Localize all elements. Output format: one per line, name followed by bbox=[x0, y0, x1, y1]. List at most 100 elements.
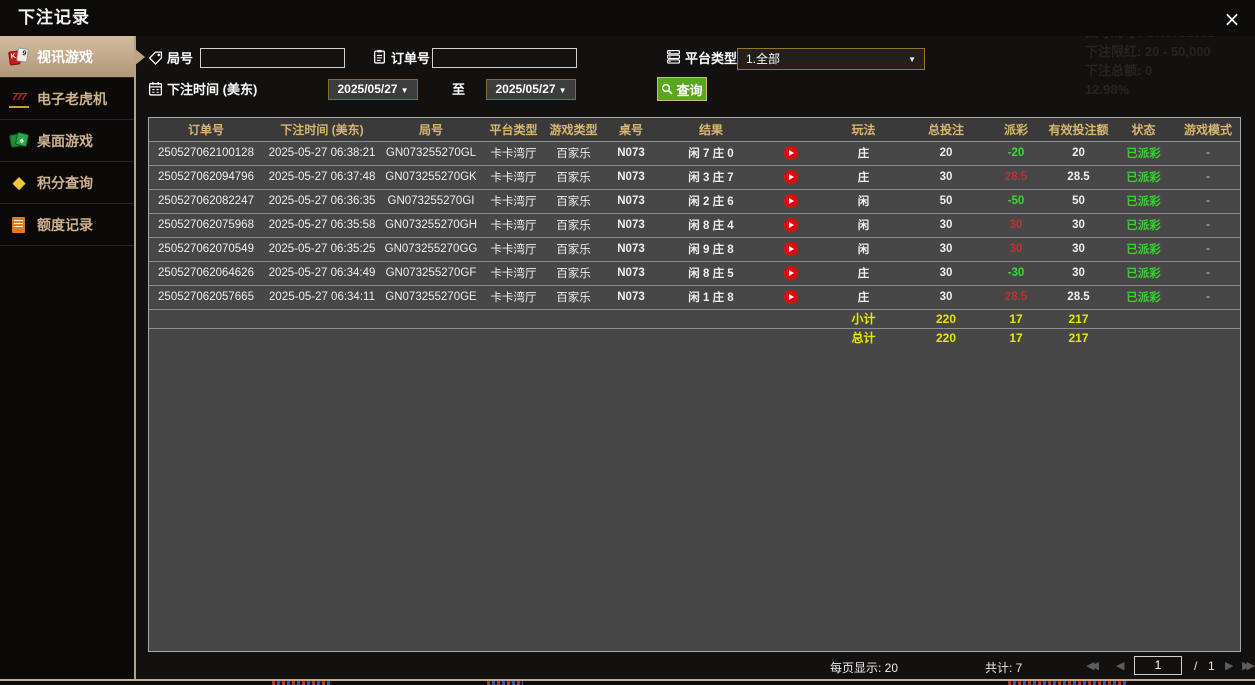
play-video-icon[interactable] bbox=[784, 194, 798, 208]
cell-status: 已派彩 bbox=[1111, 260, 1176, 285]
platform-stack-icon bbox=[666, 49, 681, 64]
subtotal-total-bet: 220 bbox=[906, 308, 986, 328]
cell-order-no: 250527062064626 bbox=[149, 260, 263, 285]
cell-total-bet: 30 bbox=[906, 236, 986, 261]
date-to-value: 2025/05/27 bbox=[495, 82, 556, 96]
cell-payout: -20 bbox=[986, 140, 1046, 165]
table-row: 250527062082247 2025-05-27 06:36:35 GN0732… bbox=[149, 188, 1240, 213]
cell-game-type: 百家乐 bbox=[546, 212, 601, 237]
cell-round-no: GN073255270GF bbox=[381, 260, 481, 285]
sidebar-item-quota-records[interactable]: 额度记录 bbox=[0, 204, 134, 246]
prev-page-icon[interactable]: ◀ bbox=[1116, 659, 1124, 672]
cell-valid-bet: 30 bbox=[1046, 236, 1111, 261]
cell-platform: 卡卡湾厅 bbox=[481, 284, 546, 309]
round-number-label: 局号 bbox=[167, 51, 194, 66]
col-total-bet: 总投注 bbox=[906, 118, 986, 141]
cell-result: 闲 3 庄 7 bbox=[661, 164, 761, 189]
cell-platform: 卡卡湾厅 bbox=[481, 260, 546, 285]
page-number-input[interactable]: 1 bbox=[1134, 656, 1182, 675]
search-button-label: 查询 bbox=[676, 82, 703, 98]
cell-result: 闲 8 庄 5 bbox=[661, 260, 761, 285]
cell-platform: 卡卡湾厅 bbox=[481, 236, 546, 261]
table-row: 250527062064626 2025-05-27 06:34:49 GN0732… bbox=[149, 260, 1240, 285]
tag-icon bbox=[148, 50, 163, 65]
title-bar: 下注记录 bbox=[0, 0, 1255, 36]
play-video-icon[interactable] bbox=[784, 242, 798, 256]
cell-bet-time: 2025-05-27 06:35:58 bbox=[263, 212, 381, 237]
sidebar-item-label: 电子老虎机 bbox=[37, 90, 107, 107]
last-page-icon[interactable]: ▶▶ bbox=[1242, 659, 1255, 672]
platform-type-label: 平台类型 bbox=[685, 51, 738, 66]
cell-play-type: 庄 bbox=[821, 284, 906, 309]
cell-replay bbox=[761, 284, 821, 309]
platform-type-value: 1.全部 bbox=[746, 52, 781, 66]
cell-play-type: 庄 bbox=[821, 260, 906, 285]
first-page-icon[interactable]: ◀◀ bbox=[1086, 659, 1099, 672]
bleed-line: 12.98% bbox=[1085, 82, 1130, 97]
sidebar-item-label: 桌面游戏 bbox=[37, 132, 93, 149]
cell-replay bbox=[761, 188, 821, 213]
col-result: 结果 bbox=[661, 118, 761, 141]
cell-result: 闲 9 庄 8 bbox=[661, 236, 761, 261]
cell-table-no: N073 bbox=[601, 140, 661, 165]
table-row: 250527062057665 2025-05-27 06:34:11 GN0732… bbox=[149, 284, 1240, 309]
cell-round-no: GN073255270GI bbox=[381, 188, 481, 213]
cell-total-bet: 30 bbox=[906, 284, 986, 309]
col-status: 状态 bbox=[1111, 118, 1176, 141]
col-table-no: 桌号 bbox=[601, 118, 661, 141]
cell-result: 闲 8 庄 4 bbox=[661, 212, 761, 237]
cell-platform: 卡卡湾厅 bbox=[481, 188, 546, 213]
cell-game-mode: - bbox=[1176, 236, 1240, 261]
pagination-bar: 每页显示: 20 共计: 7 ◀◀ ◀ 1 / 1 ▶ ▶▶ bbox=[136, 652, 1255, 680]
cell-bet-time: 2025-05-27 06:37:48 bbox=[263, 164, 381, 189]
playing-cards-icon: K9 bbox=[8, 46, 29, 66]
next-page-icon[interactable]: ▶ bbox=[1225, 659, 1233, 672]
platform-type-select[interactable]: 1.全部 ▼ bbox=[737, 48, 925, 70]
table-row: 250527062075968 2025-05-27 06:35:58 GN0732… bbox=[149, 212, 1240, 237]
cell-play-type: 闲 bbox=[821, 212, 906, 237]
play-video-icon[interactable] bbox=[784, 170, 798, 184]
bleed-line: 下注总额: 0 bbox=[1085, 63, 1153, 78]
cell-order-no: 250527062075968 bbox=[149, 212, 263, 237]
cell-table-no: N073 bbox=[601, 260, 661, 285]
sidebar-item-label: 视讯游戏 bbox=[37, 48, 93, 65]
date-from-picker[interactable]: 2025/05/27 ▼ bbox=[328, 79, 418, 100]
col-bet-time: 下注时间 (美东) bbox=[263, 118, 381, 141]
sidebar-item-video-games[interactable]: K9 视讯游戏 bbox=[0, 36, 134, 78]
round-number-input[interactable] bbox=[200, 48, 345, 68]
sidebar-item-label: 积分查询 bbox=[37, 174, 93, 191]
date-to-picker[interactable]: 2025/05/27 ▼ bbox=[486, 79, 576, 100]
sidebar-item-slot-machines[interactable]: 777 电子老虎机 bbox=[0, 78, 134, 120]
cell-valid-bet: 28.5 bbox=[1046, 284, 1111, 309]
order-number-input[interactable] bbox=[432, 48, 577, 68]
sidebar-item-table-games[interactable]: ♠ 桌面游戏 bbox=[0, 120, 134, 162]
cell-bet-time: 2025-05-27 06:38:21 bbox=[263, 140, 381, 165]
cell-game-type: 百家乐 bbox=[546, 188, 601, 213]
table-row: 250527062100128 2025-05-27 06:38:21 GN0732… bbox=[149, 140, 1240, 165]
col-play-type: 玩法 bbox=[821, 118, 906, 141]
cell-play-type: 庄 bbox=[821, 140, 906, 165]
sidebar: K9 视讯游戏 777 电子老虎机 ♠ 桌面游戏 ◆ 积分查询 额度记录 bbox=[0, 36, 134, 680]
cell-game-mode: - bbox=[1176, 164, 1240, 189]
subtotal-label: 小计 bbox=[821, 308, 906, 328]
cell-replay bbox=[761, 164, 821, 189]
table-header-row: 订单号 下注时间 (美东) 局号 平台类型 游戏类型 桌号 结果 玩法 总投注 … bbox=[149, 118, 1240, 141]
table-row: 250527062094796 2025-05-27 06:37:48 GN0732… bbox=[149, 164, 1240, 189]
subtotal-row: 小计 220 17 217 bbox=[149, 308, 1240, 328]
play-video-icon[interactable] bbox=[784, 218, 798, 232]
grand-total-label: 总计 bbox=[821, 327, 906, 347]
cell-replay bbox=[761, 260, 821, 285]
cell-table-no: N073 bbox=[601, 236, 661, 261]
play-video-icon[interactable] bbox=[784, 290, 798, 304]
document-icon bbox=[9, 216, 29, 234]
search-button[interactable]: 查询 bbox=[657, 77, 707, 101]
close-icon[interactable]: × bbox=[1221, 8, 1243, 30]
sidebar-item-points-query[interactable]: ◆ 积分查询 bbox=[0, 162, 134, 204]
cell-table-no: N073 bbox=[601, 284, 661, 309]
play-video-icon[interactable] bbox=[784, 266, 798, 280]
cell-game-mode: - bbox=[1176, 140, 1240, 165]
calendar-icon bbox=[148, 81, 163, 96]
cell-platform: 卡卡湾厅 bbox=[481, 140, 546, 165]
play-video-icon[interactable] bbox=[784, 146, 798, 160]
cell-play-type: 闲 bbox=[821, 236, 906, 261]
